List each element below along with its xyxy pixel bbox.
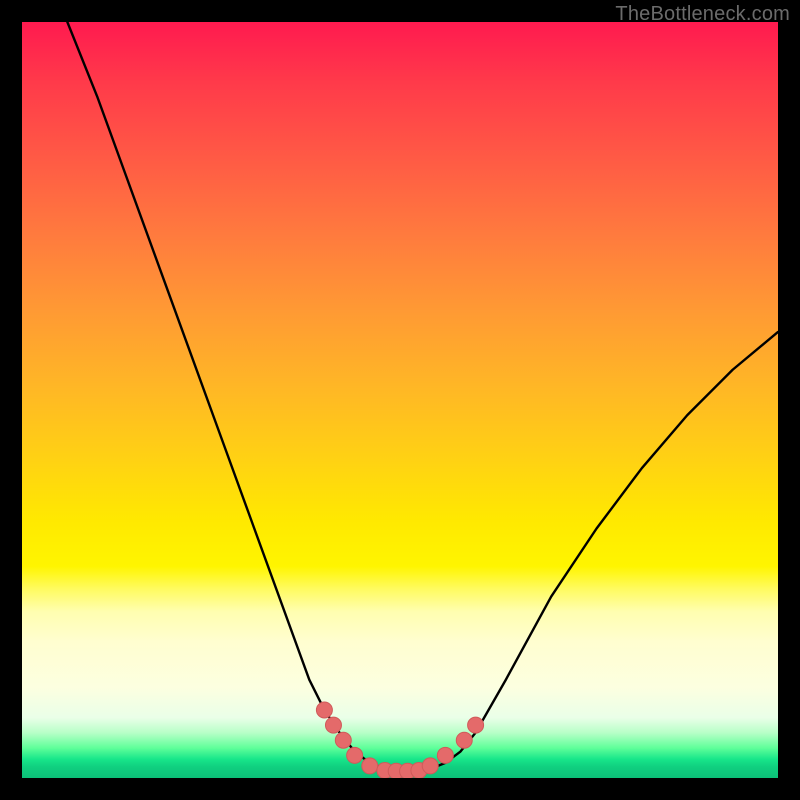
watermark-text: TheBottleneck.com bbox=[615, 3, 790, 26]
plot-area bbox=[22, 22, 778, 778]
chart-frame: TheBottleneck.com bbox=[0, 0, 800, 800]
